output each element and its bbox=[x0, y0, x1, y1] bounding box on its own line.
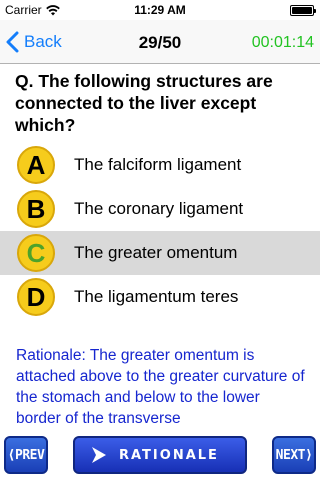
option-a[interactable]: A The falciform ligament bbox=[0, 143, 320, 187]
timer: 00:01:14 bbox=[251, 34, 314, 51]
option-text: The greater omentum bbox=[74, 243, 238, 262]
option-text: The ligamentum teres bbox=[74, 287, 239, 306]
rationale-text: Rationale: The greater omentum is attach… bbox=[16, 347, 305, 427]
option-c-badge: C bbox=[17, 234, 55, 272]
option-a-badge: A bbox=[17, 146, 55, 184]
option-text: The falciform ligament bbox=[74, 155, 242, 174]
option-letter: B bbox=[26, 194, 46, 224]
option-b-badge: B bbox=[17, 190, 55, 228]
back-label: Back bbox=[24, 32, 62, 51]
chevron-right-icon bbox=[92, 447, 106, 463]
question-text: Q. The following structures are connecte… bbox=[15, 71, 273, 135]
option-b[interactable]: B The coronary ligament bbox=[0, 187, 320, 231]
option-letter: C bbox=[26, 238, 46, 268]
back-button[interactable]: Back bbox=[6, 31, 62, 53]
option-d-badge: D bbox=[17, 278, 55, 316]
next-label: NEXT⟩ bbox=[275, 447, 313, 463]
prev-label: ⟨PREV bbox=[7, 447, 45, 463]
option-text: The coronary ligament bbox=[74, 199, 244, 218]
chevron-left-icon bbox=[6, 31, 19, 53]
option-letter: A bbox=[26, 150, 46, 180]
options-list: A The falciform ligament B The coronary … bbox=[0, 143, 320, 319]
rationale-label: RATIONALE bbox=[119, 447, 219, 463]
next-button[interactable]: NEXT⟩ bbox=[272, 436, 316, 474]
rationale-button[interactable]: RATIONALE bbox=[73, 436, 247, 474]
status-bar: Carrier 11:29 AM bbox=[0, 0, 320, 20]
battery-icon bbox=[290, 5, 316, 16]
nav-bar: Back 29/50 00:01:14 bbox=[0, 20, 320, 64]
prev-button[interactable]: ⟨PREV bbox=[4, 436, 48, 474]
bottom-bar: ⟨PREV RATIONALE NEXT⟩ bbox=[0, 432, 320, 480]
option-letter: D bbox=[26, 282, 46, 312]
option-c[interactable]: C The greater omentum bbox=[0, 231, 320, 275]
option-d[interactable]: D The ligamentum teres bbox=[0, 275, 320, 319]
status-time: 11:29 AM bbox=[134, 3, 186, 17]
